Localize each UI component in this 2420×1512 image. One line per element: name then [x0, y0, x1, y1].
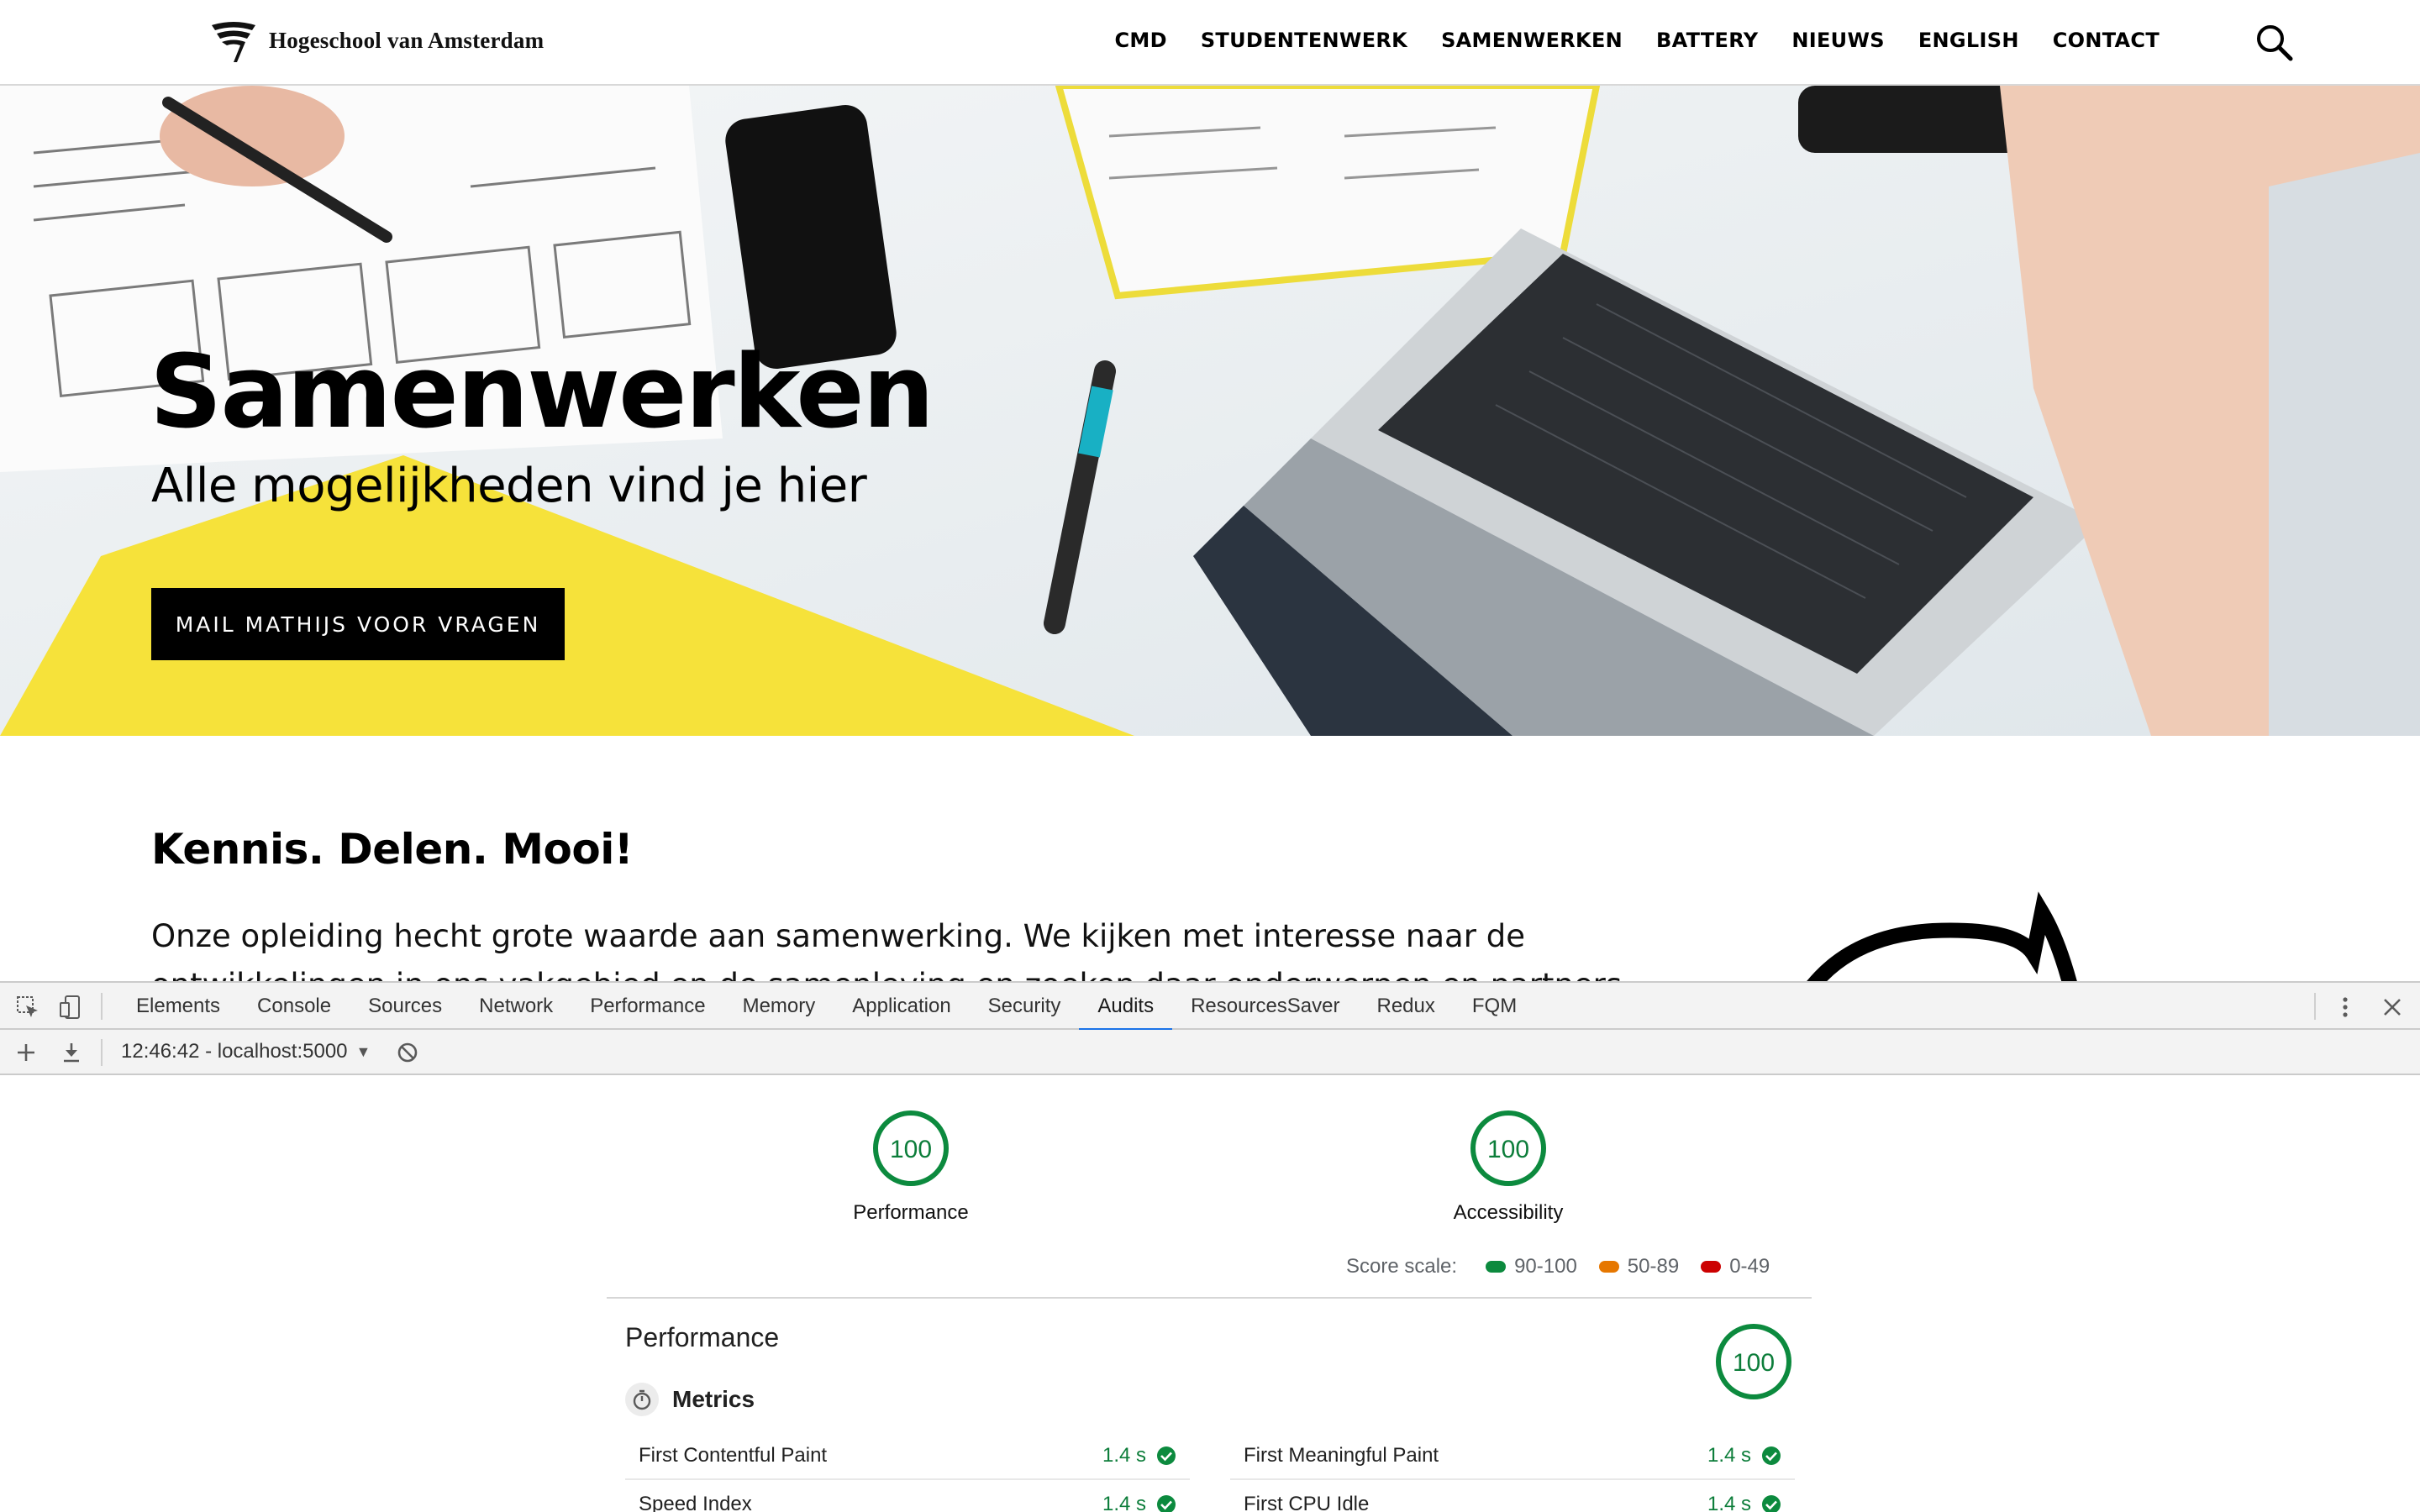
devtools-panel: Elements Console Sources Network Perform… [0, 981, 2420, 1512]
accessibility-gauge-score: 100 [1487, 1136, 1529, 1163]
pass-indicator-icon [1486, 1261, 1507, 1273]
tab-sources[interactable]: Sources [350, 983, 460, 1030]
audits-toolbar: 12:46:42 - localhost:5000 ▼ [0, 1030, 2420, 1075]
report-select-value: 12:46:42 - localhost:5000 [121, 1040, 348, 1063]
metric-value-text: 1.4 s [1707, 1493, 1751, 1512]
toolbar-divider [101, 1039, 103, 1066]
metric-first-cpu-idle: First CPU Idle 1.4 s [1230, 1482, 1795, 1512]
device-toolbar-icon[interactable] [59, 995, 84, 1020]
scale-average: 50-89 [1598, 1255, 1680, 1278]
metric-name: First CPU Idle [1244, 1493, 1370, 1512]
close-icon[interactable] [2380, 995, 2405, 1020]
metric-value: 1.4 s [1707, 1444, 1781, 1467]
performance-gauge-label: Performance [853, 1201, 969, 1224]
check-circle-icon [1762, 1495, 1781, 1512]
metric-name: First Contentful Paint [639, 1444, 828, 1467]
intro-section: Kennis. Delen. Mooi! Onze opleiding hech… [0, 736, 2420, 981]
tab-audits[interactable]: Audits [1079, 983, 1172, 1032]
accessibility-gauge[interactable]: 100 [1469, 1109, 1548, 1188]
performance-gauge[interactable]: 100 [871, 1109, 950, 1188]
more-options-icon[interactable] [2333, 995, 2358, 1020]
hero-title: Samenwerken [150, 334, 934, 451]
metric-speed-index: Speed Index 1.4 s [625, 1482, 1190, 1512]
tab-application[interactable]: Application [834, 983, 969, 1030]
toolbar-divider [2314, 993, 2316, 1020]
intro-paragraph: Onze opleiding hecht grote waarde aan sa… [151, 918, 1622, 981]
performance-section-gauge: 100 [1716, 1324, 1791, 1399]
main-nav: CMD STUDENTENWERK SAMENWERKEN BATTERY NI… [1115, 29, 2160, 52]
tab-resourcessaver[interactable]: ResourcesSaver [1172, 983, 1358, 1030]
section-heading: Kennis. Delen. Mooi! [151, 825, 634, 874]
accessibility-gauge-label: Accessibility [1453, 1201, 1564, 1224]
tab-performance[interactable]: Performance [571, 983, 723, 1030]
tab-console[interactable]: Console [239, 983, 350, 1030]
metric-value-text: 1.4 s [1707, 1444, 1751, 1467]
metric-name: First Meaningful Paint [1244, 1444, 1439, 1467]
nav-item-cmd[interactable]: CMD [1115, 29, 1167, 52]
tab-fqm[interactable]: FQM [1454, 983, 1535, 1030]
performance-section-score: 100 [1733, 1349, 1775, 1377]
metric-value-text: 1.4 s [1102, 1493, 1146, 1512]
devtools-tabbar: Elements Console Sources Network Perform… [0, 983, 2420, 1032]
divider [607, 1297, 1812, 1299]
hva-logo-icon [212, 22, 255, 62]
nav-item-battery[interactable]: BATTERY [1656, 29, 1758, 52]
nav-item-contact[interactable]: CONTACT [2053, 29, 2160, 52]
scale-fail-label: 0-49 [1729, 1255, 1770, 1278]
performance-section-title: Performance [625, 1322, 780, 1352]
score-scale: Score scale: 90-100 50-89 0-49 [1346, 1255, 1770, 1278]
metric-first-meaningful-paint: First Meaningful Paint 1.4 s [1230, 1433, 1795, 1480]
tab-memory[interactable]: Memory [724, 983, 834, 1030]
mail-mathijs-button[interactable]: MAIL MATHIJS VOOR VRAGEN [151, 588, 565, 660]
tab-security[interactable]: Security [970, 983, 1080, 1030]
fail-indicator-icon [1701, 1261, 1722, 1273]
metric-first-contentful-paint: First Contentful Paint 1.4 s [625, 1433, 1190, 1480]
toolbar-divider [101, 993, 103, 1020]
hero-banner: Samenwerken Alle mogelijkheden vind je h… [0, 86, 2420, 736]
search-icon[interactable] [2254, 22, 2294, 62]
add-report-icon[interactable] [13, 1040, 39, 1065]
score-scale-label: Score scale: [1346, 1255, 1458, 1278]
audits-report: 100 Performance 100 Accessibility Score … [0, 1075, 2420, 1512]
nav-item-english[interactable]: ENGLISH [1918, 29, 2019, 52]
tab-redux[interactable]: Redux [1359, 983, 1454, 1030]
timer-icon [625, 1383, 659, 1416]
hva-logo[interactable]: Hogeschool van Amsterdam [208, 15, 544, 66]
metric-value: 1.4 s [1707, 1493, 1781, 1512]
clear-all-icon[interactable] [395, 1040, 420, 1065]
scale-pass-label: 90-100 [1514, 1255, 1577, 1278]
nav-item-nieuws[interactable]: NIEUWS [1791, 29, 1884, 52]
lemon-illustration [1807, 891, 2077, 981]
logo-text: Hogeschool van Amsterdam [269, 27, 544, 53]
tab-network[interactable]: Network [460, 983, 571, 1030]
inspect-element-icon[interactable] [15, 995, 40, 1020]
performance-gauge-score: 100 [890, 1136, 932, 1163]
check-circle-icon [1157, 1446, 1176, 1465]
site-header: Hogeschool van Amsterdam CMD STUDENTENWE… [0, 0, 2420, 86]
nav-item-studentenwerk[interactable]: STUDENTENWERK [1201, 29, 1407, 52]
metrics-heading: Metrics [625, 1383, 755, 1416]
metric-value: 1.4 s [1102, 1444, 1176, 1467]
tab-elements[interactable]: Elements [118, 983, 239, 1030]
scale-average-label: 50-89 [1627, 1255, 1680, 1278]
metrics-heading-label: Metrics [672, 1386, 755, 1412]
hero-subtitle: Alle mogelijkheden vind je hier [151, 459, 867, 513]
download-icon[interactable] [59, 1040, 84, 1065]
metric-value-text: 1.4 s [1102, 1444, 1146, 1467]
metric-name: Speed Index [639, 1493, 752, 1512]
average-indicator-icon [1598, 1261, 1619, 1273]
scale-pass: 90-100 [1486, 1255, 1577, 1278]
nav-item-samenwerken[interactable]: SAMENWERKEN [1441, 29, 1623, 52]
scale-fail: 0-49 [1701, 1255, 1770, 1278]
devtools-tabs: Elements Console Sources Network Perform… [118, 983, 1535, 1032]
check-circle-icon [1157, 1495, 1176, 1512]
metric-value: 1.4 s [1102, 1493, 1176, 1512]
check-circle-icon [1762, 1446, 1781, 1465]
report-select[interactable]: 12:46:42 - localhost:5000 ▼ [121, 1040, 371, 1063]
dropdown-arrow-icon: ▼ [355, 1042, 371, 1060]
